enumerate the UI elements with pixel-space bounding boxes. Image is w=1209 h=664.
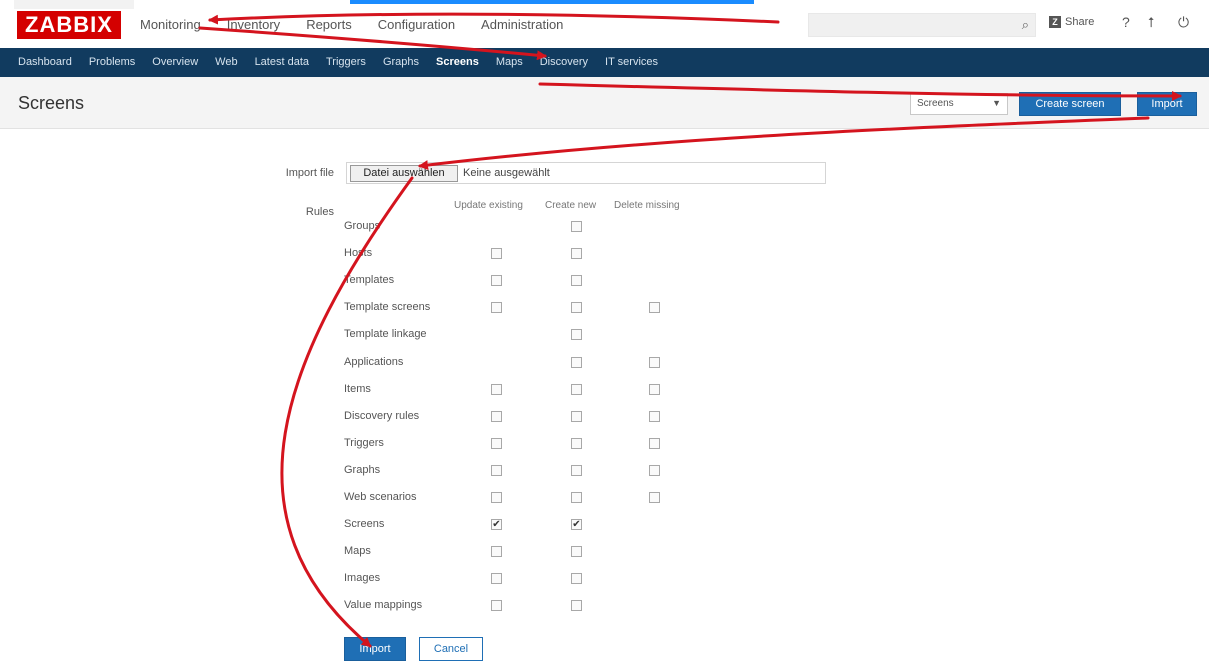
share-label: Share bbox=[1065, 16, 1095, 28]
nav-administration[interactable]: Administration bbox=[481, 17, 563, 32]
nav-configuration[interactable]: Configuration bbox=[378, 17, 455, 32]
create-screen-button[interactable]: Create screen bbox=[1019, 92, 1121, 116]
rule-label: Discovery rules bbox=[344, 409, 420, 422]
rule-label: Triggers bbox=[344, 436, 384, 449]
import-header-button[interactable]: Import bbox=[1137, 92, 1197, 116]
logo-strip bbox=[14, 0, 134, 9]
rule-label: Images bbox=[344, 572, 381, 585]
share-icon: Z bbox=[1049, 16, 1061, 28]
screens-select-value: Screens bbox=[917, 98, 954, 109]
rule-checkbox-create[interactable] bbox=[571, 464, 582, 476]
rule-checkbox-create[interactable] bbox=[571, 600, 582, 612]
subnav-graphs[interactable]: Graphs bbox=[383, 56, 419, 68]
rule-checkbox-delete[interactable] bbox=[649, 437, 660, 449]
rule-checkbox-create[interactable] bbox=[571, 410, 582, 422]
sub-nav-items: Dashboard Problems Overview Web Latest d… bbox=[18, 56, 658, 68]
rule-label: Template linkage bbox=[344, 328, 427, 341]
subnav-latest-data[interactable]: Latest data bbox=[255, 56, 309, 68]
rule-checkbox-delete[interactable] bbox=[649, 383, 660, 395]
rule-checkbox-create[interactable] bbox=[571, 248, 582, 260]
rule-checkbox-create[interactable] bbox=[571, 275, 582, 287]
page-title: Screens bbox=[18, 93, 85, 113]
rule-label: Items bbox=[344, 382, 371, 395]
rule-checkbox-delete[interactable] bbox=[649, 356, 660, 368]
rule-checkbox-create[interactable] bbox=[571, 573, 582, 585]
rule-label: Value mappings bbox=[344, 599, 423, 612]
rule-checkbox-create[interactable] bbox=[571, 329, 582, 341]
rule-checkbox-create[interactable] bbox=[571, 492, 582, 503]
import-file-label: Import file bbox=[285, 167, 334, 179]
rule-checkbox-update[interactable] bbox=[491, 275, 502, 287]
rule-checkbox-update[interactable] bbox=[491, 410, 502, 422]
rule-checkbox-update[interactable] bbox=[491, 600, 502, 612]
subnav-web[interactable]: Web bbox=[215, 56, 237, 68]
rule-checkbox-update[interactable] bbox=[491, 302, 502, 314]
rule-checkbox-update[interactable] bbox=[491, 573, 502, 585]
user-profile-icon[interactable]: ⭡ bbox=[1148, 14, 1155, 31]
nav-reports[interactable]: Reports bbox=[306, 17, 352, 32]
zabbix-logo[interactable]: ZABBIX bbox=[17, 11, 121, 39]
rule-checkbox-update[interactable] bbox=[491, 248, 502, 260]
rule-checkbox-delete[interactable] bbox=[649, 302, 660, 314]
top-header: ZABBIX Monitoring Inventory Reports Conf… bbox=[0, 0, 1209, 48]
rules-label: Rules bbox=[305, 206, 334, 218]
rule-checkbox-update[interactable] bbox=[491, 464, 502, 476]
rule-checkbox-create[interactable] bbox=[571, 302, 582, 314]
rule-checkbox-update[interactable] bbox=[491, 546, 502, 558]
rule-checkbox-create[interactable] bbox=[571, 437, 582, 449]
rule-checkbox-create[interactable] bbox=[571, 546, 582, 558]
choose-file-button[interactable]: Datei auswählen bbox=[350, 165, 458, 182]
rule-checkbox-delete[interactable] bbox=[649, 410, 660, 422]
subnav-it-services[interactable]: IT services bbox=[605, 56, 658, 68]
help-icon[interactable]: ? bbox=[1122, 14, 1130, 30]
rule-checkbox-create[interactable] bbox=[571, 221, 582, 232]
rule-label: Applications bbox=[344, 355, 404, 368]
cancel-button[interactable]: Cancel bbox=[419, 637, 483, 661]
share-button[interactable]: Z Share bbox=[1049, 16, 1094, 28]
rule-checkbox-update[interactable] bbox=[491, 437, 502, 449]
subnav-problems[interactable]: Problems bbox=[89, 56, 135, 68]
rule-checkbox-delete[interactable] bbox=[649, 492, 660, 503]
page-title-bar: Screens Screens ▼ Create screen Import bbox=[0, 77, 1209, 129]
subnav-screens[interactable]: Screens bbox=[436, 56, 479, 68]
top-link-strip bbox=[350, 0, 754, 4]
rule-checkbox-create[interactable] bbox=[571, 356, 582, 368]
rule-label: Screens bbox=[344, 518, 385, 531]
file-status: Keine ausgewählt bbox=[463, 167, 550, 179]
subnav-discovery[interactable]: Discovery bbox=[540, 56, 588, 68]
col-delete-missing: Delete missing bbox=[614, 200, 680, 211]
rule-label: Web scenarios bbox=[344, 491, 417, 503]
rule-label: Templates bbox=[344, 274, 395, 287]
import-file-field: Datei auswählen Keine ausgewählt bbox=[346, 162, 826, 184]
nav-monitoring[interactable]: Monitoring bbox=[140, 17, 201, 32]
rule-checkbox-create[interactable]: ✔ bbox=[571, 519, 582, 531]
logout-icon[interactable]: ⏻ bbox=[1178, 14, 1189, 31]
chevron-down-icon: ▼ bbox=[992, 98, 1001, 108]
subnav-dashboard[interactable]: Dashboard bbox=[18, 56, 72, 68]
col-update-existing: Update existing bbox=[454, 200, 523, 211]
rule-checkbox-update[interactable]: ✔ bbox=[491, 519, 502, 531]
rule-checkbox-update[interactable] bbox=[491, 492, 502, 503]
import-submit-button[interactable]: Import bbox=[344, 637, 406, 661]
rule-label: Groups bbox=[344, 220, 381, 232]
rule-label: Graphs bbox=[344, 463, 381, 476]
rule-label: Template screens bbox=[344, 301, 431, 314]
rule-label: Hosts bbox=[344, 247, 373, 260]
rule-label: Maps bbox=[344, 545, 371, 558]
search-icon[interactable]: ⌕ bbox=[1022, 17, 1029, 33]
screens-select[interactable]: Screens ▼ bbox=[910, 93, 1008, 115]
subnav-maps[interactable]: Maps bbox=[496, 56, 523, 68]
col-create-new: Create new bbox=[545, 200, 597, 211]
rule-checkbox-create[interactable] bbox=[571, 383, 582, 395]
subnav-triggers[interactable]: Triggers bbox=[326, 56, 366, 68]
search-input[interactable]: ⌕ bbox=[808, 13, 1036, 37]
rule-checkbox-update[interactable] bbox=[491, 383, 502, 395]
rule-checkbox-delete[interactable] bbox=[649, 464, 660, 476]
main-nav: Monitoring Inventory Reports Configurati… bbox=[140, 17, 563, 32]
subnav-overview[interactable]: Overview bbox=[152, 56, 198, 68]
sub-nav: Dashboard Problems Overview Web Latest d… bbox=[0, 48, 1209, 77]
nav-inventory[interactable]: Inventory bbox=[227, 17, 280, 32]
